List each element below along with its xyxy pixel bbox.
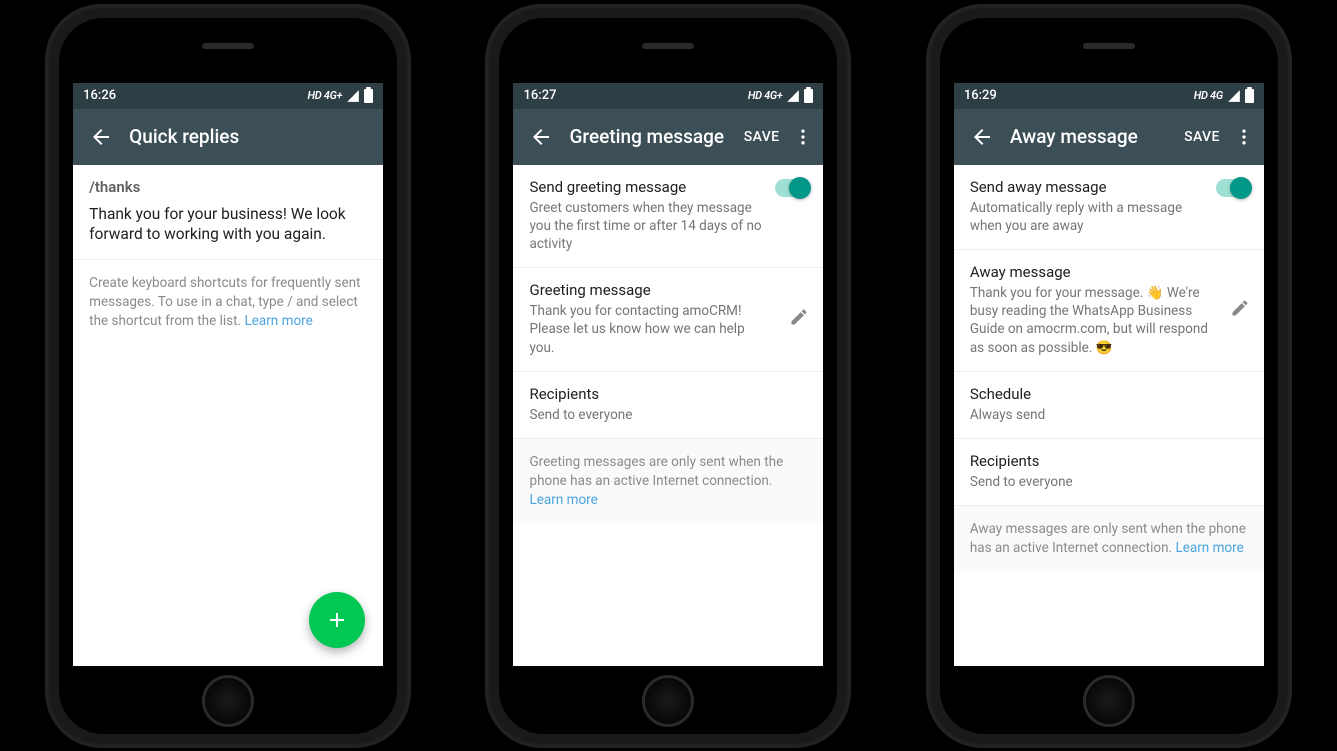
back-button[interactable] (81, 117, 121, 157)
footer-note: Away messages are only sent when the pho… (954, 505, 1264, 572)
battery-icon (364, 89, 373, 103)
toggle-row-send-away[interactable]: Send away message Automatically reply wi… (954, 165, 1264, 250)
edit-button[interactable] (789, 307, 809, 331)
phone-frame: 16:29 HD 4G Away message SAVE (928, 6, 1290, 746)
pencil-icon (789, 307, 809, 327)
row-schedule[interactable]: Schedule Always send (954, 372, 1264, 439)
battery-icon (1245, 89, 1254, 103)
learn-more-link[interactable]: Learn more (529, 492, 597, 508)
signal-icon (346, 89, 360, 103)
home-button[interactable] (202, 675, 254, 727)
status-time: 16:27 (523, 88, 556, 103)
screen: 16:29 HD 4G Away message SAVE (954, 83, 1264, 666)
signal-icon (1227, 89, 1241, 103)
add-button[interactable] (309, 592, 365, 648)
edit-button[interactable] (1230, 298, 1250, 322)
overflow-button[interactable] (1230, 117, 1258, 157)
arrow-left-icon (89, 125, 113, 149)
app-bar: Away message SAVE (954, 109, 1264, 165)
toggle-row-send-greeting[interactable]: Send greeting message Greet customers wh… (513, 165, 823, 269)
shortcut-code: /thanks (89, 178, 367, 196)
app-bar: Quick replies (73, 109, 383, 165)
status-time: 16:29 (964, 88, 997, 103)
pencil-icon (1230, 298, 1250, 318)
more-vert-icon (793, 127, 813, 147)
save-button[interactable]: SAVE (734, 121, 790, 153)
row-recipients[interactable]: Recipients Send to everyone (954, 439, 1264, 505)
content: Send greeting message Greet customers wh… (513, 165, 823, 666)
footer-note: Create keyboard shortcuts for frequently… (73, 260, 383, 345)
screen: 16:26 HD 4G+ Quick replies /thanks Thank… (73, 83, 383, 666)
app-bar: Greeting message SAVE (513, 109, 823, 165)
more-vert-icon (1234, 127, 1254, 147)
row-recipients[interactable]: Recipients Send to everyone (513, 372, 823, 438)
phone-frame: 16:26 HD 4G+ Quick replies /thanks Thank… (47, 6, 409, 746)
back-button[interactable] (521, 117, 561, 157)
overflow-button[interactable] (789, 117, 817, 157)
status-network: HD 4G+ (308, 89, 343, 102)
toggle-switch[interactable] (1216, 179, 1250, 197)
arrow-left-icon (970, 125, 994, 149)
signal-icon (786, 89, 800, 103)
row-greeting-message[interactable]: Greeting message Thank you for contactin… (513, 268, 823, 372)
page-title: Quick replies (129, 125, 377, 148)
back-button[interactable] (962, 117, 1002, 157)
status-time: 16:26 (83, 88, 116, 103)
toggle-switch[interactable] (775, 179, 809, 197)
page-title: Greeting message (569, 125, 733, 148)
footer-note: Greeting messages are only sent when the… (513, 438, 823, 524)
content: /thanks Thank you for your business! We … (73, 165, 383, 666)
home-button[interactable] (642, 675, 694, 727)
plus-icon (325, 608, 349, 632)
status-network: HD 4G (1194, 89, 1223, 102)
status-bar: 16:29 HD 4G (954, 83, 1264, 109)
learn-more-link[interactable]: Learn more (244, 313, 312, 329)
screen: 16:27 HD 4G+ Greeting message SAVE (513, 83, 823, 666)
arrow-left-icon (529, 125, 553, 149)
status-network: HD 4G+ (748, 89, 783, 102)
save-button[interactable]: SAVE (1174, 121, 1230, 153)
content: Send away message Automatically reply wi… (954, 165, 1264, 666)
page-title: Away message (1010, 125, 1174, 148)
row-away-message[interactable]: Away message Thank you for your message.… (954, 250, 1264, 372)
learn-more-link[interactable]: Learn more (1175, 540, 1243, 556)
shortcut-body: Thank you for your business! We look for… (89, 204, 367, 246)
battery-icon (804, 89, 813, 103)
home-button[interactable] (1083, 675, 1135, 727)
status-bar: 16:26 HD 4G+ (73, 83, 383, 109)
phone-frame: 16:27 HD 4G+ Greeting message SAVE (487, 6, 849, 746)
status-bar: 16:27 HD 4G+ (513, 83, 823, 109)
quick-reply-item[interactable]: /thanks Thank you for your business! We … (73, 165, 383, 261)
